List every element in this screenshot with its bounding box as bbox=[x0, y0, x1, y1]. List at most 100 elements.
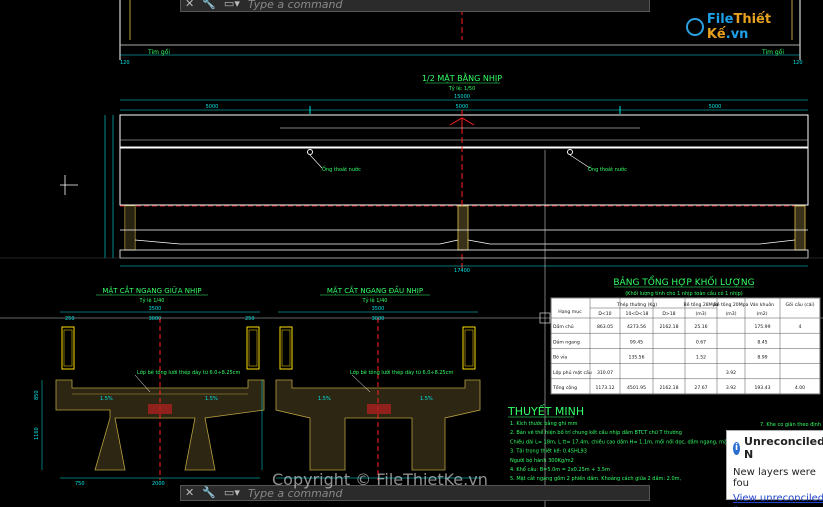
close-icon[interactable]: ✕ bbox=[185, 0, 194, 11]
copyright-watermark: Copyright © FileThietKe.vn bbox=[272, 470, 488, 489]
table-cell: 25.16 bbox=[694, 324, 707, 330]
note-line: 4. Khổ cầu: B=5.0m = 2x0.25m + 3.5m bbox=[510, 465, 610, 473]
table-cell: 863.05 bbox=[597, 324, 613, 330]
section1-dim-height: 1160 bbox=[34, 427, 40, 440]
table-header-cell: Hạng mục bbox=[558, 309, 582, 315]
notification-balloon[interactable]: i Unreconciled N New layers were fou View… bbox=[726, 430, 823, 507]
wrench-icon[interactable]: 🔧 bbox=[202, 0, 216, 11]
note-line: 5. Mặt cắt ngang gồm 2 phiến dầm. Khoảng… bbox=[510, 474, 681, 482]
drain-label-1: Ống thoát nước bbox=[322, 165, 361, 173]
note-line: 2. Bản vẽ thể hiện bố trí chung kết cấu … bbox=[510, 428, 682, 436]
section2-title: MẶT CẮT NGANG ĐẦU NHỊP bbox=[327, 285, 423, 295]
command-input-top[interactable]: Type a command bbox=[248, 0, 343, 11]
section1-dim-250b: 250 bbox=[245, 316, 255, 322]
info-icon: i bbox=[733, 441, 741, 455]
table-cell: 4501.95 bbox=[627, 385, 646, 391]
section2-slope-right: 1.5% bbox=[420, 396, 433, 402]
notification-title: Unreconciled N bbox=[744, 435, 823, 461]
note-line: Người bộ hành 300Kg/m2 bbox=[510, 457, 574, 464]
section1-dim-inner: 3000 bbox=[149, 316, 162, 322]
table-cell: 2162.18 bbox=[660, 324, 679, 330]
table-cell: 0.67 bbox=[696, 339, 706, 345]
logo-icon bbox=[686, 18, 704, 36]
plan-title: 1/2 MẶT BẰNG NHỊP bbox=[422, 71, 502, 84]
dim-120-b: 120 bbox=[793, 60, 803, 66]
site-logo: FileThiết Kế.vn bbox=[686, 12, 816, 42]
prompt-icon: ▭▾ bbox=[223, 486, 240, 499]
plan-length: 17400 bbox=[454, 268, 470, 274]
section1-title: MẶT CẮT NGANG GIỮA NHỊP bbox=[102, 285, 201, 295]
section1-dim-750: 750 bbox=[75, 481, 85, 487]
logo-prefix: File bbox=[706, 12, 734, 27]
table-subheader-cell: 10<D<18 bbox=[626, 311, 649, 317]
cad-viewport[interactable]: Tim gối Tim gối 120 120 1/2 MẶT BẰNG NHỊ… bbox=[0, 0, 823, 507]
notification-link[interactable]: View unreconciled n bbox=[733, 493, 823, 507]
table-cell: Bó vỉa bbox=[553, 354, 567, 361]
logo-domain: .vn bbox=[725, 27, 749, 42]
table-cell: Tổng cộng bbox=[552, 384, 577, 391]
plan-dim-total: 15000 bbox=[454, 94, 470, 100]
table-cell: 3.92 bbox=[726, 385, 736, 391]
table-cell: 135.56 bbox=[628, 355, 644, 361]
section1-dim-250a: 250 bbox=[65, 316, 75, 322]
table-cell: 193.43 bbox=[754, 385, 770, 391]
plan-scale: Tỷ lệ: 1/50 bbox=[448, 85, 476, 92]
table-header-cell: Ván khuôn bbox=[750, 301, 774, 308]
close-icon[interactable]: ✕ bbox=[185, 486, 194, 500]
drain-marker-icon bbox=[307, 149, 313, 155]
plan-dim-mid: 5000 bbox=[456, 104, 469, 110]
table-subtitle: (Khối lượng tính cho 1 nhịp toàn cầu có … bbox=[625, 289, 743, 297]
table-cell: 175.99 bbox=[754, 324, 770, 330]
note-line: Chiều dài L= 18m, L tt= 17.4m, chiều cao… bbox=[510, 437, 729, 445]
dim-120-a: 120 bbox=[120, 60, 130, 66]
table-cell: 4 bbox=[799, 324, 802, 330]
table-cell: 4.00 bbox=[795, 385, 805, 391]
drawing-canvas: Tim gối Tim gối 120 120 1/2 MẶT BẰNG NHỊ… bbox=[0, 0, 823, 507]
notes-title: THUYẾT MINH bbox=[507, 404, 584, 418]
table-cell: 99.45 bbox=[630, 339, 643, 345]
table-cell: 8.99 bbox=[757, 355, 767, 361]
drain-marker-icon bbox=[567, 149, 573, 155]
plan-deck-main bbox=[119, 147, 809, 206]
top-right-label: Tim gối bbox=[761, 49, 784, 56]
side-note: 7. Khe co giãn theo định bbox=[760, 422, 821, 428]
table-cell: 27.67 bbox=[694, 385, 707, 391]
note-line: 1. Kích thước bằng ghi mm bbox=[510, 420, 578, 427]
table-cell: 310.07 bbox=[597, 370, 613, 376]
section2-slope-left: 1.5% bbox=[318, 396, 331, 402]
section1-dim-2000: 2000 bbox=[152, 481, 165, 487]
section1-scale: Tỷ lệ 1/40 bbox=[139, 297, 165, 304]
table-cell: 3.92 bbox=[726, 370, 736, 376]
plan-dim-left: 5000 bbox=[206, 104, 219, 110]
plan-dim-right: 5000 bbox=[709, 104, 722, 110]
table-cell: 4273.56 bbox=[627, 324, 646, 330]
table-header-cell: Bê tông 20Mpa bbox=[714, 301, 749, 308]
quantity-table bbox=[550, 297, 821, 395]
section2-note: Lớp bê tông lưới thép dày từ 6.0÷8.25cm bbox=[350, 369, 453, 376]
table-subheader-cell: (m3) bbox=[696, 311, 707, 317]
table-subheader-cell: D<10 bbox=[598, 311, 611, 317]
table-title: BẢNG TỔNG HỢP KHỐI LƯỢNG bbox=[613, 275, 754, 288]
table-cell: 1173.12 bbox=[596, 385, 615, 391]
table-cell: 2162.18 bbox=[660, 385, 679, 391]
table-subheader-cell: (m2) bbox=[757, 311, 768, 317]
top-left-label: Tim gối bbox=[147, 49, 170, 56]
section2-scale: Tỷ lệ 1/40 bbox=[362, 297, 388, 304]
table-subheader-cell: (m3) bbox=[726, 311, 737, 317]
table-header-cell: Thép thường (Kg) bbox=[616, 301, 657, 308]
command-line-top[interactable]: ✕ 🔧 ▭▾ Type a command bbox=[180, 0, 650, 12]
wrench-icon[interactable]: 🔧 bbox=[202, 486, 216, 500]
notification-message: New layers were fou bbox=[733, 467, 816, 489]
plan-deck-top bbox=[119, 114, 809, 148]
section1-note: Lớp bê tông lưới thép dày từ 6.0÷8.25cm bbox=[137, 369, 240, 376]
note-line: 3. Tải trọng thiết kế: 0.45HL93 bbox=[510, 448, 587, 455]
drain-label-2: Ống thoát nước bbox=[588, 165, 627, 173]
section1-slope-right: 1.5% bbox=[205, 396, 218, 402]
table-subheader-cell: D>18 bbox=[662, 311, 675, 317]
section2-dim-top: 3500 bbox=[372, 306, 385, 312]
section1-dim-top: 3500 bbox=[149, 306, 162, 312]
section1-slope-left: 1.5% bbox=[100, 396, 113, 402]
table-cell: 8.45 bbox=[757, 339, 767, 345]
prompt-icon: ▭▾ bbox=[223, 0, 240, 10]
notes-list: 1. Kích thước bằng ghi mm2. Bản vẽ thể h… bbox=[510, 420, 729, 491]
